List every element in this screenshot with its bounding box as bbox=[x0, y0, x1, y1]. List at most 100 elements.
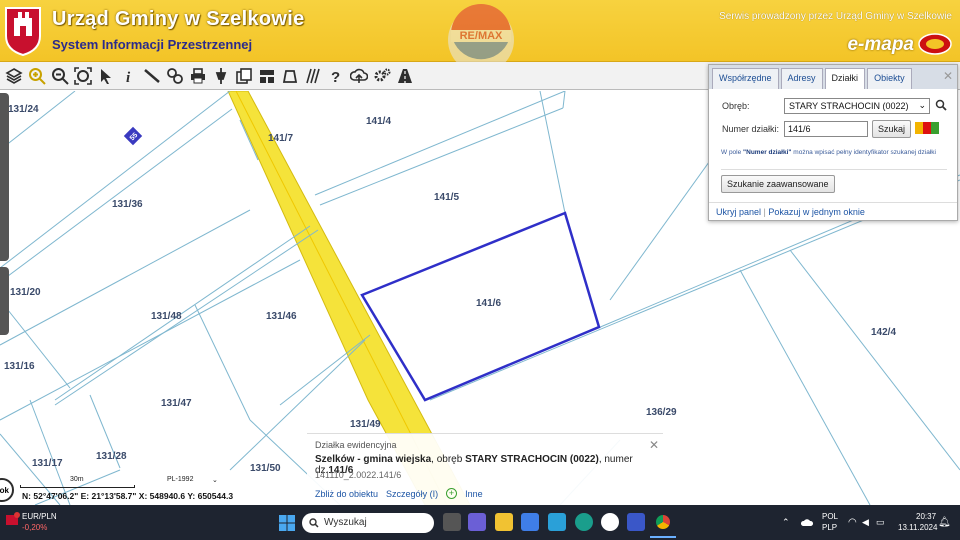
emapa-brand: e-mapa bbox=[847, 34, 914, 55]
obreb-select[interactable]: STARY STRACHOCIN (0022) ⌄ bbox=[784, 98, 930, 114]
side-panel-tab-layers[interactable] bbox=[0, 93, 9, 261]
clock-time[interactable]: 20:37 bbox=[916, 512, 936, 521]
plot-label[interactable]: 131/20 bbox=[10, 287, 41, 298]
numer-dzialki-input[interactable]: 141/6 bbox=[784, 121, 868, 137]
plot-label[interactable]: 131/48 bbox=[151, 311, 182, 322]
plot-label[interactable]: 131/36 bbox=[112, 199, 143, 210]
app-title: Urząd Gminy w Szelkowie bbox=[52, 8, 305, 30]
teams-icon[interactable] bbox=[468, 513, 486, 531]
color-picker-icon[interactable] bbox=[915, 122, 939, 134]
search-icon[interactable] bbox=[935, 99, 947, 111]
plot-label[interactable]: 141/4 bbox=[366, 116, 391, 127]
plus-circle-icon[interactable]: + bbox=[446, 488, 458, 499]
plot-label[interactable]: 131/16 bbox=[4, 361, 35, 372]
chrome-icon[interactable] bbox=[654, 513, 672, 531]
photos-icon[interactable] bbox=[548, 513, 566, 531]
copy-icon bbox=[235, 67, 252, 84]
copy-button[interactable] bbox=[232, 64, 255, 88]
plot-label[interactable]: 141/5 bbox=[434, 192, 459, 203]
copilot-icon[interactable] bbox=[627, 513, 645, 531]
divider bbox=[709, 202, 957, 203]
hatch-button[interactable] bbox=[301, 64, 324, 88]
plot-label[interactable]: 131/47 bbox=[161, 398, 192, 409]
zoom-in-button[interactable] bbox=[25, 64, 48, 88]
help-icon: ? bbox=[331, 69, 340, 85]
info-actions: Zbliż do obiektu Szczegóły (I) + Inne bbox=[315, 488, 483, 499]
remax-text: RE/MAX bbox=[460, 30, 503, 42]
cloud-icon[interactable] bbox=[801, 518, 813, 526]
full-extent-button[interactable] bbox=[71, 64, 94, 88]
plot-label[interactable]: 131/49 bbox=[350, 419, 381, 430]
service-note: Serwis prowadzony przez Urząd Gminy w Sz… bbox=[719, 11, 952, 22]
side-panel-tab-legend[interactable] bbox=[0, 267, 9, 335]
tab-wspolrzedne[interactable]: Współrzędne bbox=[712, 68, 779, 89]
plot-label[interactable]: 131/46 bbox=[266, 311, 297, 322]
link-button[interactable] bbox=[163, 64, 186, 88]
tab-dzialki[interactable]: Działki bbox=[824, 68, 866, 89]
info-button[interactable]: i bbox=[117, 64, 140, 88]
plot-label[interactable]: 131/24 bbox=[8, 104, 39, 115]
measure-icon bbox=[143, 68, 160, 83]
layout-button[interactable] bbox=[255, 64, 278, 88]
municipality-crest-logo bbox=[5, 7, 41, 56]
zoom-out-button[interactable] bbox=[48, 64, 71, 88]
locate-button[interactable] bbox=[209, 64, 232, 88]
plot-label[interactable]: 131/17 bbox=[32, 458, 63, 469]
speaker-icon[interactable]: ◀ bbox=[862, 517, 869, 528]
print-icon bbox=[190, 67, 205, 83]
details-link[interactable]: Szczegóły (I) bbox=[386, 489, 438, 499]
measure-button[interactable] bbox=[140, 64, 163, 88]
tab-obiekty[interactable]: Obiekty bbox=[867, 68, 912, 89]
search-icon bbox=[309, 518, 319, 528]
chatgpt-icon[interactable] bbox=[601, 513, 619, 531]
windows-start-icon[interactable] bbox=[279, 515, 295, 531]
search-tabs: Współrzędne Adresy Działki Obiekty bbox=[709, 65, 957, 89]
link-icon bbox=[166, 67, 183, 84]
zoom-to-object-link[interactable]: Zbliż do obiektu bbox=[315, 489, 378, 499]
tab-adresy[interactable]: Adresy bbox=[780, 68, 823, 89]
parcel-info-popup: Działka ewidencyjna ✕ Szelków - gmina wi… bbox=[307, 433, 663, 505]
select-button[interactable] bbox=[94, 64, 117, 88]
plot-label[interactable]: 142/4 bbox=[871, 327, 896, 338]
notification-bell-icon[interactable]: 🔔︎ bbox=[938, 517, 951, 528]
chevron-down-icon[interactable]: ⌄ bbox=[212, 476, 218, 484]
active-app-indicator bbox=[650, 536, 676, 538]
obreb-label: Obręb: bbox=[722, 101, 750, 111]
chevron-down-icon: ⌄ bbox=[918, 100, 926, 110]
battery-icon[interactable]: ▭ bbox=[876, 517, 885, 528]
help-button[interactable]: ? bbox=[324, 64, 347, 88]
road-icon bbox=[397, 68, 412, 83]
close-icon[interactable]: ✕ bbox=[943, 69, 953, 83]
plot-label[interactable]: 131/50 bbox=[250, 463, 281, 474]
settings-button[interactable] bbox=[370, 64, 393, 88]
chevron-up-icon[interactable]: ⌃ bbox=[782, 517, 790, 528]
parcel-identifier: 141110_2.0022.141/6 bbox=[315, 470, 402, 480]
layers-button[interactable] bbox=[2, 64, 25, 88]
hide-panel-link[interactable]: Ukryj panel bbox=[716, 207, 761, 217]
plot-label[interactable]: 141/6 bbox=[476, 298, 501, 309]
other-link[interactable]: Inne bbox=[465, 489, 483, 499]
store-icon[interactable] bbox=[521, 513, 539, 531]
projection-select[interactable]: PL-1992 bbox=[167, 476, 193, 483]
edge-icon[interactable] bbox=[575, 513, 593, 531]
plot-label[interactable]: 131/28 bbox=[96, 451, 127, 462]
wifi-icon[interactable]: ◠ bbox=[848, 517, 857, 528]
map-view-button[interactable] bbox=[278, 64, 301, 88]
select-arrow-icon bbox=[100, 68, 111, 84]
search-panel: Współrzędne Adresy Działki Obiekty ✕ Obr… bbox=[708, 64, 958, 221]
taskbar-search-input[interactable]: Wyszukaj bbox=[302, 513, 434, 533]
single-window-link[interactable]: Pokazuj w jednym oknie bbox=[768, 207, 865, 217]
clock-date[interactable]: 13.11.2024 bbox=[898, 523, 937, 532]
road-button[interactable] bbox=[393, 64, 416, 88]
file-explorer-icon[interactable] bbox=[495, 513, 513, 531]
advanced-search-button[interactable]: Szukanie zaawansowane bbox=[721, 175, 835, 193]
task-view-icon[interactable] bbox=[443, 513, 461, 531]
language-indicator[interactable]: POL bbox=[822, 512, 838, 521]
print-button[interactable] bbox=[186, 64, 209, 88]
cloud-upload-button[interactable] bbox=[347, 64, 370, 88]
close-icon[interactable]: ✕ bbox=[649, 438, 659, 452]
plot-label[interactable]: 136/29 bbox=[646, 407, 677, 418]
keyboard-layout[interactable]: PLP bbox=[822, 523, 837, 532]
search-button[interactable]: Szukaj bbox=[872, 120, 912, 138]
plot-label[interactable]: 141/7 bbox=[268, 133, 293, 144]
